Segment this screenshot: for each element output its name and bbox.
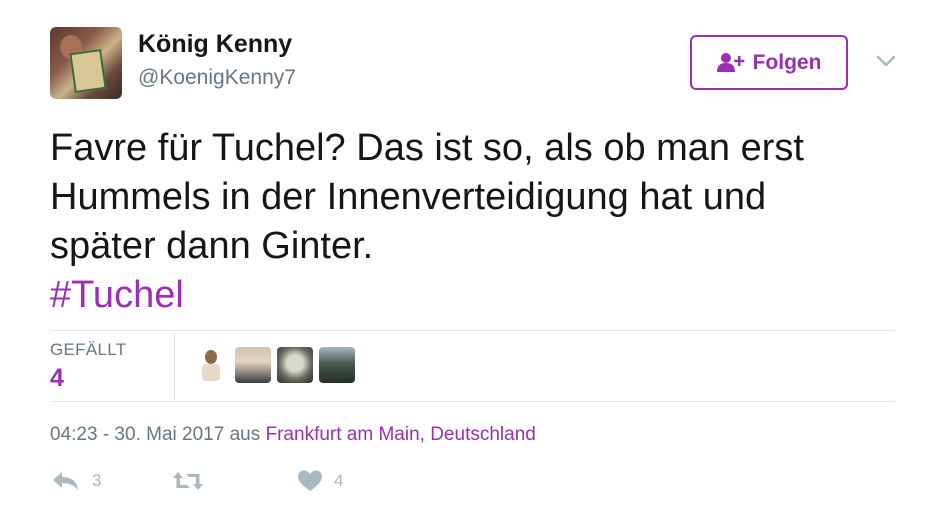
display-name[interactable]: König Kenny [138,30,292,59]
location-link[interactable]: Frankfurt am Main, Deutschland [266,424,536,445]
tweet-text-line: später dann Ginter. [50,225,374,267]
chevron-down-icon[interactable] [876,54,896,68]
like-button[interactable]: 4 [298,470,343,492]
liker-avatar-1[interactable] [193,347,229,383]
timestamp[interactable]: 04:23 - 30. Mai 2017 [50,424,224,445]
user-handle[interactable]: @KoenigKenny7 [138,66,296,90]
likes-label: GEFÄLLT [50,340,127,359]
avatar-book [69,48,107,94]
liker-avatar-3[interactable] [277,347,313,383]
profile-avatar[interactable] [50,27,122,99]
add-user-icon [716,52,744,72]
action-bar: 3 4 [52,470,343,492]
follow-button[interactable]: Folgen [690,35,848,90]
liker-avatar-4[interactable] [319,347,355,383]
divider [50,401,895,402]
like-count: 4 [334,471,344,490]
tweet-text-line: Hummels in der Innenverteidigung hat und [50,176,767,218]
from-word: aus [229,424,261,445]
vertical-divider [174,332,175,400]
divider [50,330,895,331]
follow-button-label: Folgen [752,50,822,74]
tweet-meta: 04:23 - 30. Mai 2017 aus Frankfurt am Ma… [50,424,536,446]
reply-count: 3 [92,471,102,490]
likes-count[interactable]: 4 [50,364,64,393]
heart-icon [298,470,322,491]
hashtag-link[interactable]: #Tuchel [50,271,910,320]
liker-avatar-2[interactable] [235,347,271,383]
liker-avatars [193,347,355,383]
tweet-text: Favre für Tuchel? Das ist so, als ob man… [50,124,910,320]
reply-button[interactable]: 3 [52,470,172,492]
tweet-text-line: Favre für Tuchel? Das ist so, als ob man… [50,127,804,169]
reply-icon [53,472,78,490]
retweet-icon [173,472,203,490]
retweet-button[interactable] [172,470,298,492]
